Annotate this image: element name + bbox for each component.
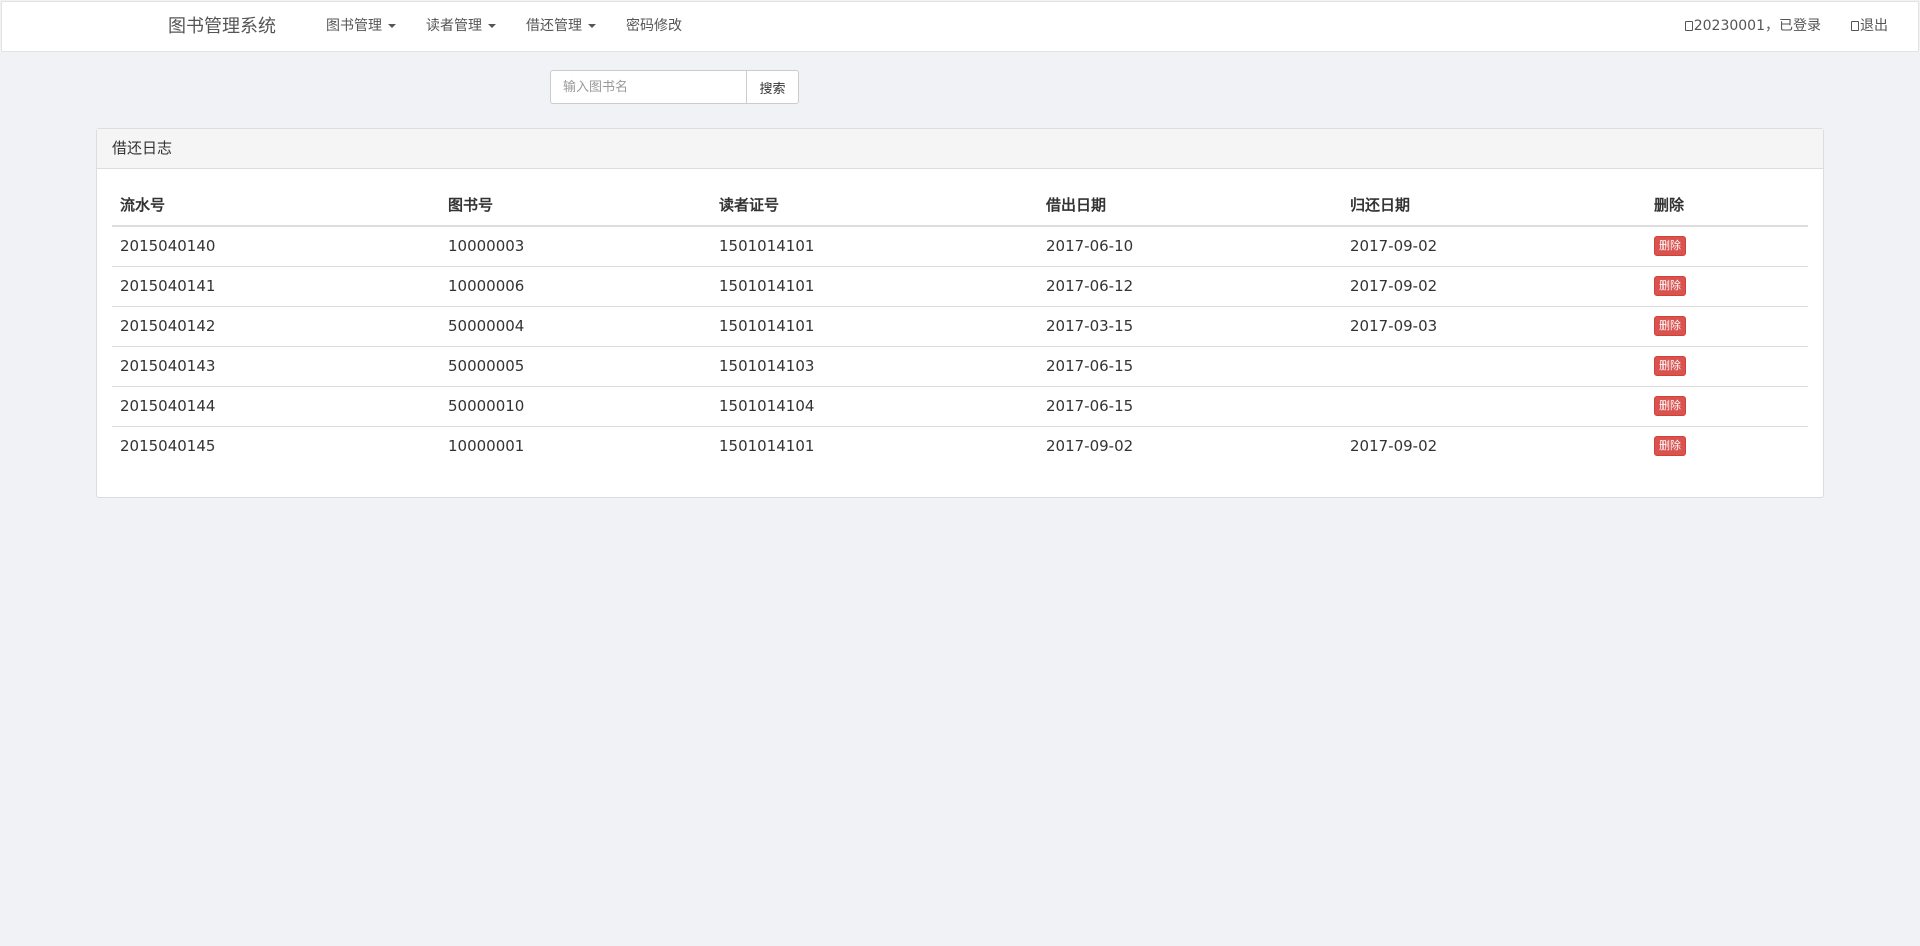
logout-link[interactable]: 退出 bbox=[1836, 2, 1903, 51]
delete-button[interactable]: 删除 bbox=[1654, 276, 1686, 296]
column-header-back-date: 归还日期 bbox=[1342, 184, 1646, 227]
cell-book-id: 50000004 bbox=[440, 305, 711, 346]
cell-back-date: 2017-09-02 bbox=[1342, 425, 1646, 466]
chevron-down-icon bbox=[488, 24, 496, 28]
cell-back-date: 2017-09-02 bbox=[1350, 237, 1438, 256]
table-header-row: 流水号 图书号 读者证号 借出日期 归还日期 删除 bbox=[112, 184, 1808, 227]
cell-serial: 2015040145 bbox=[112, 425, 440, 466]
delete-button[interactable]: 删除 bbox=[1654, 316, 1686, 336]
table-row: 2015040143 50000005 1501014103 2017-06-1… bbox=[112, 345, 1808, 386]
cell-book-id: 10000001 bbox=[440, 425, 711, 466]
delete-button[interactable]: 删除 bbox=[1654, 236, 1686, 257]
column-header-reader-id: 读者证号 bbox=[711, 184, 1038, 227]
cell-back-date bbox=[1342, 385, 1646, 426]
panel-body: 流水号 图书号 读者证号 借出日期 归还日期 删除 2015040140 100… bbox=[97, 169, 1823, 481]
menu-change-password[interactable]: 密码修改 bbox=[611, 2, 697, 51]
menu-reader-management-label: 读者管理 bbox=[426, 18, 482, 34]
table-row: 2015040141 10000006 1501014101 2017-06-1… bbox=[112, 265, 1808, 306]
cell-reader-id: 1501014101 bbox=[711, 425, 1038, 466]
delete-button[interactable]: 删除 bbox=[1654, 436, 1686, 457]
cell-back-date: 2017-09-02 bbox=[1342, 265, 1646, 306]
cell-serial: 2015040143 bbox=[112, 345, 440, 386]
cell-reader-id: 1501014101 bbox=[711, 265, 1038, 306]
cell-book-id: 10000003 bbox=[448, 237, 525, 256]
cell-lend-date: 2017-06-12 bbox=[1038, 265, 1342, 306]
main-menu: 图书管理 读者管理 借还管理 密码修改 bbox=[311, 2, 697, 51]
cell-back-date: 2017-09-03 bbox=[1342, 305, 1646, 346]
table-row: 2015040140 10000003 1501014101 2017-06-1… bbox=[112, 226, 1808, 266]
cell-book-id: 50000010 bbox=[440, 385, 711, 426]
cell-lend-date: 2017-06-15 bbox=[1038, 385, 1342, 426]
cell-lend-date: 2017-06-10 bbox=[1046, 237, 1134, 256]
menu-reader-management[interactable]: 读者管理 bbox=[411, 2, 511, 51]
menu-book-management-label: 图书管理 bbox=[326, 18, 382, 34]
cell-book-id: 10000006 bbox=[440, 265, 711, 306]
search-form: 搜索 bbox=[550, 70, 799, 104]
user-status-text: 20230001，已登录 bbox=[1693, 18, 1821, 34]
table-row: 2015040145 10000001 1501014101 2017-09-0… bbox=[112, 425, 1808, 466]
cell-delete: 删除 bbox=[1646, 425, 1808, 466]
cell-reader-id: 1501014101 bbox=[719, 237, 815, 256]
cell-delete: 删除 bbox=[1646, 226, 1808, 266]
logout-label: 退出 bbox=[1860, 18, 1888, 34]
cell-serial: 2015040140 bbox=[120, 237, 216, 256]
user-icon bbox=[1684, 21, 1693, 31]
cell-reader-id: 1501014101 bbox=[711, 305, 1038, 346]
column-header-delete: 删除 bbox=[1646, 184, 1808, 227]
chevron-down-icon bbox=[588, 24, 596, 28]
menu-book-management[interactable]: 图书管理 bbox=[311, 2, 411, 51]
user-status-link[interactable]: 20230001，已登录 bbox=[1670, 2, 1836, 51]
cell-reader-id: 1501014103 bbox=[711, 345, 1038, 386]
cell-serial: 2015040142 bbox=[112, 305, 440, 346]
cell-delete: 删除 bbox=[1646, 345, 1808, 386]
menu-lend-management[interactable]: 借还管理 bbox=[511, 2, 611, 51]
search-button[interactable]: 搜索 bbox=[746, 70, 799, 104]
lend-log-panel: 借还日志 流水号 图书号 读者证号 借出日期 归还日期 删除 201504014… bbox=[96, 128, 1824, 498]
chevron-down-icon bbox=[388, 24, 396, 28]
delete-button[interactable]: 删除 bbox=[1654, 356, 1686, 376]
cell-lend-date: 2017-09-02 bbox=[1038, 425, 1342, 466]
cell-serial: 2015040144 bbox=[112, 385, 440, 426]
logout-icon bbox=[1851, 21, 1859, 31]
top-navbar: 图书管理系统 图书管理 读者管理 借还管理 密码修改 20230001，已登录 … bbox=[1, 1, 1919, 52]
delete-button[interactable]: 删除 bbox=[1654, 396, 1686, 416]
cell-back-date bbox=[1342, 345, 1646, 386]
cell-reader-id: 1501014104 bbox=[711, 385, 1038, 426]
menu-lend-management-label: 借还管理 bbox=[526, 18, 582, 34]
column-header-lend-date: 借出日期 bbox=[1038, 184, 1342, 227]
cell-delete: 删除 bbox=[1646, 265, 1808, 306]
table-row: 2015040144 50000010 1501014104 2017-06-1… bbox=[112, 385, 1808, 426]
cell-serial: 2015040141 bbox=[112, 265, 440, 306]
cell-lend-date: 2017-03-15 bbox=[1038, 305, 1342, 346]
cell-delete: 删除 bbox=[1646, 385, 1808, 426]
cell-lend-date: 2017-06-15 bbox=[1038, 345, 1342, 386]
cell-delete: 删除 bbox=[1646, 305, 1808, 346]
menu-change-password-label: 密码修改 bbox=[626, 18, 682, 34]
panel-title: 借还日志 bbox=[97, 129, 1823, 169]
column-header-serial: 流水号 bbox=[112, 184, 440, 227]
search-input[interactable] bbox=[550, 70, 746, 104]
user-area: 20230001，已登录 退出 bbox=[1670, 2, 1903, 51]
lend-log-table: 流水号 图书号 读者证号 借出日期 归还日期 删除 2015040140 100… bbox=[112, 184, 1808, 466]
table-row: 2015040142 50000004 1501014101 2017-03-1… bbox=[112, 305, 1808, 346]
column-header-book-id: 图书号 bbox=[440, 184, 711, 227]
cell-book-id: 50000005 bbox=[440, 345, 711, 386]
brand-title[interactable]: 图书管理系统 bbox=[168, 2, 276, 51]
